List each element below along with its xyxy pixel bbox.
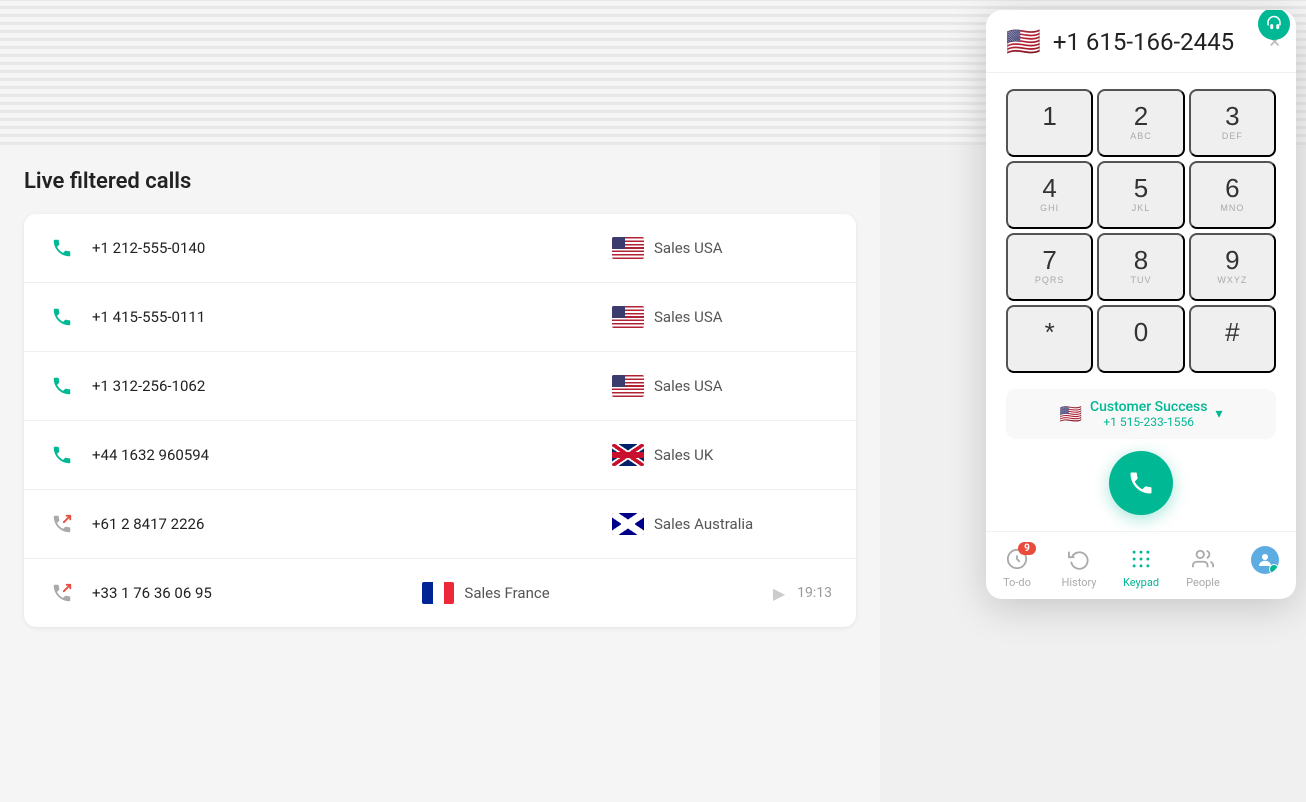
from-name: Customer Success xyxy=(1090,399,1208,415)
keypad: 1 2 ABC 3 DEF 4 GHI 5 JKL 6 MNO xyxy=(986,73,1296,389)
call-flag-group: Sales UK xyxy=(612,444,832,466)
dialer-number: +1 615-166-2445 xyxy=(1053,28,1276,56)
key-7[interactable]: 7 PQRS xyxy=(1006,233,1093,301)
table-row: +44 1632 960594 Sales UK xyxy=(24,421,856,490)
incoming-call-icon xyxy=(48,303,76,331)
dialer-header: 🇺🇸 +1 615-166-2445 × xyxy=(986,10,1296,73)
call-flag-group: Sales Australia xyxy=(612,513,832,535)
nav-label-people: People xyxy=(1186,576,1220,589)
call-number: +1 415-555-0111 xyxy=(92,308,292,326)
dialer-flag: 🇺🇸 xyxy=(1006,28,1041,56)
call-duration: 19:13 xyxy=(797,585,832,601)
key-8[interactable]: 8 TUV xyxy=(1097,233,1184,301)
call-flag-group: Sales France xyxy=(422,582,642,604)
calls-list: +1 212-555-0140 Sales USA +1 415-555-011… xyxy=(24,214,856,627)
page-title: Live filtered calls xyxy=(24,169,856,194)
call-flag-group: Sales USA xyxy=(612,237,832,259)
call-number: +61 2 8417 2226 xyxy=(92,515,292,533)
history-icon xyxy=(1066,546,1092,572)
call-label: Sales USA xyxy=(654,377,723,395)
nav-label-keypad: Keypad xyxy=(1123,576,1159,589)
todo-icon: 9 xyxy=(1004,546,1030,572)
call-label: Sales Australia xyxy=(654,515,753,533)
dialer-nav: 9 To-do History xyxy=(986,531,1296,599)
call-number: +1 312-256-1062 xyxy=(92,377,292,395)
table-row: +61 2 8417 2226 Sales Australia xyxy=(24,490,856,559)
nav-item-history[interactable]: History xyxy=(1048,540,1110,595)
key-6[interactable]: 6 MNO xyxy=(1189,161,1276,229)
flag-us xyxy=(612,306,644,328)
people-icon xyxy=(1190,546,1216,572)
flag-us xyxy=(612,375,644,397)
table-row: +33 1 76 36 06 95 Sales France ▶ 19:13 xyxy=(24,559,856,627)
todo-badge: 9 xyxy=(1018,542,1036,555)
key-9[interactable]: 9 WXYZ xyxy=(1189,233,1276,301)
keypad-icon xyxy=(1128,546,1154,572)
nav-item-avatar[interactable] xyxy=(1234,540,1296,595)
from-number: +1 515-233-1556 xyxy=(1103,415,1194,429)
call-number: +33 1 76 36 06 95 xyxy=(92,584,292,602)
flag-au xyxy=(612,513,644,535)
call-label: Sales France xyxy=(464,584,549,602)
flag-us xyxy=(612,237,644,259)
call-label: Sales USA xyxy=(654,308,723,326)
call-label: Sales USA xyxy=(654,239,723,257)
call-label: Sales UK xyxy=(654,446,713,464)
call-flag-group: Sales USA xyxy=(612,306,832,328)
nav-label-todo: To-do xyxy=(1003,576,1031,589)
key-2[interactable]: 2 ABC xyxy=(1097,89,1184,157)
key-3[interactable]: 3 DEF xyxy=(1189,89,1276,157)
chevron-down-icon: ▾ xyxy=(1215,406,1222,422)
dialer-panel: 🇺🇸 +1 615-166-2445 × 1 2 ABC 3 DEF 4 GHI xyxy=(986,10,1296,599)
incoming-call-icon xyxy=(48,372,76,400)
keypad-grid: 1 2 ABC 3 DEF 4 GHI 5 JKL 6 MNO xyxy=(1006,89,1276,373)
key-0[interactable]: 0 xyxy=(1097,305,1184,373)
nav-item-todo[interactable]: 9 To-do xyxy=(986,540,1048,595)
key-hash[interactable]: # xyxy=(1189,305,1276,373)
nav-item-people[interactable]: People xyxy=(1172,540,1234,595)
call-number: +44 1632 960594 xyxy=(92,446,292,464)
call-number: +1 212-555-0140 xyxy=(92,239,292,257)
outgoing-call-icon xyxy=(48,510,76,538)
key-star[interactable]: * xyxy=(1006,305,1093,373)
incoming-call-icon xyxy=(48,234,76,262)
nav-label-history: History xyxy=(1062,576,1097,589)
call-flag-group: Sales USA xyxy=(612,375,832,397)
from-flag: 🇺🇸 xyxy=(1060,404,1082,425)
incoming-call-icon xyxy=(48,441,76,469)
table-row: +1 212-555-0140 Sales USA xyxy=(24,214,856,283)
flag-fr xyxy=(422,582,454,604)
from-number-selector[interactable]: 🇺🇸 Customer Success +1 515-233-1556 ▾ xyxy=(1006,389,1276,439)
outgoing-call-icon xyxy=(48,579,76,607)
key-1[interactable]: 1 xyxy=(1006,89,1093,157)
key-4[interactable]: 4 GHI xyxy=(1006,161,1093,229)
nav-item-keypad[interactable]: Keypad xyxy=(1110,540,1172,595)
call-button[interactable] xyxy=(1109,451,1173,515)
table-row: +1 415-555-0111 Sales USA xyxy=(24,283,856,352)
key-5[interactable]: 5 JKL xyxy=(1097,161,1184,229)
play-button[interactable]: ▶ xyxy=(773,584,785,603)
main-content: Live filtered calls +1 212-555-0140 Sale… xyxy=(0,145,880,802)
table-row: +1 312-256-1062 Sales USA xyxy=(24,352,856,421)
flag-uk xyxy=(612,444,644,466)
avatar xyxy=(1251,546,1279,574)
